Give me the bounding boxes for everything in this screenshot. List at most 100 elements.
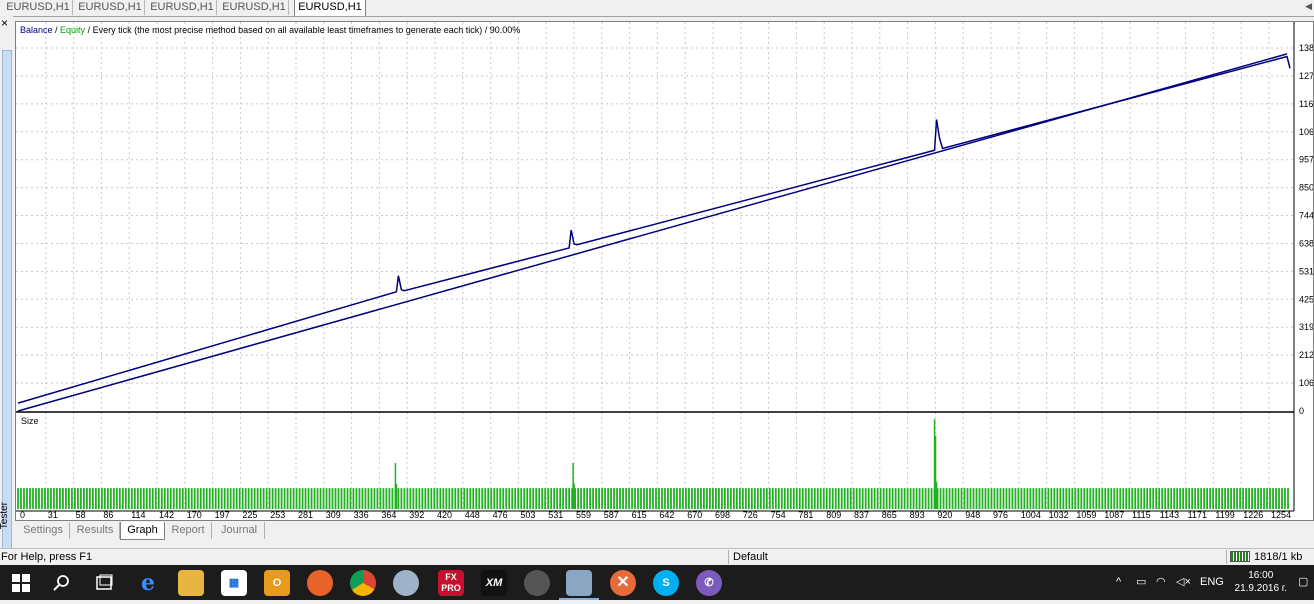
tray-overflow-icon[interactable]: ^: [1116, 565, 1121, 600]
y-tick-label: 11697: [1299, 99, 1313, 109]
chart-tab[interactable]: EURUSD,H1: [148, 0, 217, 15]
x-tick-label: 948: [965, 510, 980, 520]
x-tick-label: 58: [76, 510, 86, 520]
edge-icon[interactable]: e: [135, 570, 161, 596]
chart-tab[interactable]: EURUSD,H1: [220, 0, 289, 15]
x-tick-label: 170: [187, 510, 202, 520]
windows-start-icon[interactable]: [8, 570, 34, 596]
y-tick-label: 6380: [1299, 238, 1313, 248]
x-tick-label: 448: [465, 510, 480, 520]
battery-icon[interactable]: ▭: [1136, 565, 1146, 600]
clock-date: 21.9.2016 г.: [1234, 583, 1287, 594]
windows-taskbar: e ▦ O FX PRO XM ✕ S ✆ ^ ▭ ◠ ◁× ENG 16:00 …: [0, 565, 1314, 600]
chart-tabs-bar: EURUSD,H1 EURUSD,H1 EURUSD,H1 EURUSD,H1 …: [0, 0, 1314, 17]
x-tick-label: 670: [687, 510, 702, 520]
y-tick-label: 4253: [1299, 294, 1313, 304]
search-icon[interactable]: [49, 570, 75, 596]
volume-muted-icon[interactable]: ◁×: [1176, 565, 1191, 600]
wifi-icon[interactable]: ◠: [1156, 565, 1166, 600]
x-tick-label: 420: [437, 510, 452, 520]
legend-method-text: / Every tick (the most precise method ba…: [87, 25, 521, 35]
x-tick-label: 142: [159, 510, 174, 520]
notifications-icon[interactable]: ▢: [1298, 565, 1308, 600]
y-tick-label: 5317: [1299, 266, 1313, 276]
x-tick-label: 253: [270, 510, 285, 520]
legend-separator: /: [52, 25, 61, 35]
tabs-scroll-left-icon[interactable]: ◀: [1305, 1, 1312, 12]
x-tick-label: 837: [854, 510, 869, 520]
y-tick-label: 12760: [1299, 71, 1313, 81]
tester-label: Tester: [0, 502, 10, 530]
x-tick-label: 114: [131, 510, 145, 520]
x-tick-label: 976: [993, 510, 1008, 520]
chart-tab[interactable]: EURUSD,H1: [4, 0, 73, 15]
x-tick-label: 781: [798, 510, 813, 520]
status-bar: For Help, press F1 Default 1818/1 kb: [0, 548, 1314, 566]
x-tick-label: 754: [771, 510, 786, 520]
x-tick-label: 1032: [1049, 510, 1069, 520]
clock[interactable]: 16:00 21.9.2016 г.: [1235, 569, 1287, 595]
y-tick-label: 7443: [1299, 211, 1313, 221]
metatrader-icon[interactable]: [566, 570, 592, 596]
store-icon[interactable]: ▦: [221, 570, 247, 596]
x-tick-label: 309: [326, 510, 341, 520]
firefox-icon[interactable]: [307, 570, 333, 596]
legend-balance: Balance: [20, 25, 53, 35]
x-tick-label: 225: [242, 510, 257, 520]
tab-journal[interactable]: Journal: [214, 522, 265, 539]
status-separator: [728, 550, 729, 564]
size-pane-label: Size: [21, 416, 39, 426]
x-tick-label: 1059: [1076, 510, 1096, 520]
tab-report[interactable]: Report: [165, 522, 212, 539]
x-tick-label: 893: [910, 510, 925, 520]
tester-dock-strip: × Tester: [0, 16, 13, 560]
status-profile: Default: [733, 551, 768, 563]
size-bars: [17, 419, 1289, 509]
x-tick-label: 865: [882, 510, 897, 520]
tab-settings[interactable]: Settings: [17, 522, 70, 539]
x-tick-label: 31: [48, 510, 58, 520]
tester-graph: 0 1062 2125 3190 4253 5317 6380 7443 8507 9570 106…: [16, 22, 1313, 520]
x-tick-label: 281: [298, 510, 313, 520]
x-tick-label: 86: [103, 510, 113, 520]
x-tick-label: 1254: [1271, 510, 1291, 520]
x-tick-label: 1004: [1021, 510, 1041, 520]
user-app-icon[interactable]: [524, 570, 550, 596]
xm-icon[interactable]: XM: [481, 570, 507, 596]
chrome-icon[interactable]: [350, 570, 376, 596]
x-tick-label: 476: [493, 510, 508, 520]
viber-icon[interactable]: ✆: [696, 570, 722, 596]
status-help: For Help, press F1: [1, 551, 93, 563]
chart-tab-active[interactable]: EURUSD,H1: [294, 0, 366, 16]
chart-tab[interactable]: EURUSD,H1: [76, 0, 145, 15]
fxpro-icon[interactable]: FX PRO: [438, 570, 464, 596]
file-explorer-icon[interactable]: [178, 570, 204, 596]
paint-icon[interactable]: [393, 570, 419, 596]
y-tick-label: 13824: [1299, 43, 1313, 53]
x-tick-label: 336: [354, 510, 369, 520]
x-tick-label: 1171: [1188, 510, 1207, 520]
x-tick-label: 920: [937, 510, 952, 520]
skype-icon[interactable]: S: [653, 570, 679, 596]
x-tick-label: 642: [659, 510, 674, 520]
status-traffic: 1818/1 kb: [1254, 551, 1303, 563]
equity-series-line: [17, 55, 1291, 404]
x-tick-label: 1226: [1243, 510, 1263, 520]
x-tick-label: 1143: [1160, 510, 1179, 520]
close-icon[interactable]: ×: [1, 16, 8, 30]
tester-graph-panel: 0 1062 2125 3190 4253 5317 6380 7443 8507 9570 106…: [15, 21, 1314, 521]
x-tick-label: 364: [381, 510, 396, 520]
tab-results[interactable]: Results: [71, 522, 120, 539]
outlook-icon[interactable]: O: [264, 570, 290, 596]
legend-equity: Equity: [60, 25, 86, 35]
tester-grip[interactable]: [2, 50, 12, 560]
y-tick-label: 8507: [1299, 183, 1313, 193]
app-cross-icon[interactable]: ✕: [610, 570, 636, 596]
tab-graph[interactable]: Graph: [120, 522, 165, 540]
task-view-icon[interactable]: [91, 570, 117, 596]
clock-time: 16:00: [1248, 570, 1274, 581]
language-indicator[interactable]: ENG: [1200, 565, 1224, 600]
x-tick-label: 392: [409, 510, 424, 520]
y-tick-label: 0: [1299, 406, 1304, 416]
connection-bars-icon: [1230, 551, 1250, 562]
